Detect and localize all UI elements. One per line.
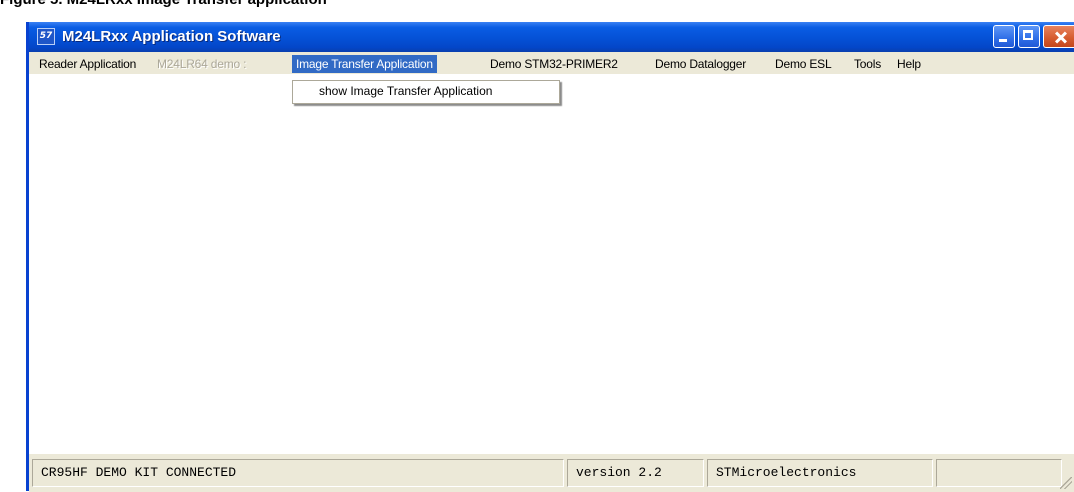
status-vendor: STMicroelectronics <box>707 459 933 487</box>
maximize-button[interactable] <box>1018 25 1040 48</box>
app-logo-icon: 57 <box>37 28 55 45</box>
status-version: version 2.2 <box>567 459 704 487</box>
status-bar: CR95HF DEMO KIT CONNECTED version 2.2 ST… <box>29 453 1074 492</box>
menu-item-show-image-transfer[interactable]: show Image Transfer Application <box>319 84 492 98</box>
app-window: 57 M24LRxx Application Software Reader A… <box>26 22 1074 492</box>
menu-help[interactable]: Help <box>893 55 925 73</box>
menu-bar: Reader Application M24LR64 demo : Image … <box>29 52 1074 74</box>
resize-grip-icon[interactable] <box>1060 477 1072 489</box>
menu-m24lr64-demo: M24LR64 demo : <box>157 57 247 71</box>
title-bar[interactable]: 57 M24LRxx Application Software <box>29 22 1074 52</box>
close-button[interactable] <box>1043 25 1074 48</box>
window-title: M24LRxx Application Software <box>62 28 281 45</box>
menu-image-transfer-application[interactable]: Image Transfer Application <box>292 55 437 73</box>
client-area <box>29 74 1074 453</box>
minimize-button[interactable] <box>993 25 1015 48</box>
menu-demo-esl[interactable]: Demo ESL <box>771 55 835 73</box>
menu-demo-stm32-primer2[interactable]: Demo STM32-PRIMER2 <box>486 55 622 73</box>
status-connection: CR95HF DEMO KIT CONNECTED <box>32 459 564 487</box>
menu-tools[interactable]: Tools <box>850 55 885 73</box>
menu-demo-datalogger[interactable]: Demo Datalogger <box>651 55 750 73</box>
menu-reader-application[interactable]: Reader Application <box>35 55 140 73</box>
figure-caption: Figure 5. M24LRxx Image Transfer applica… <box>0 0 600 11</box>
image-transfer-dropdown-menu: show Image Transfer Application <box>292 80 560 104</box>
status-extra <box>936 459 1062 487</box>
